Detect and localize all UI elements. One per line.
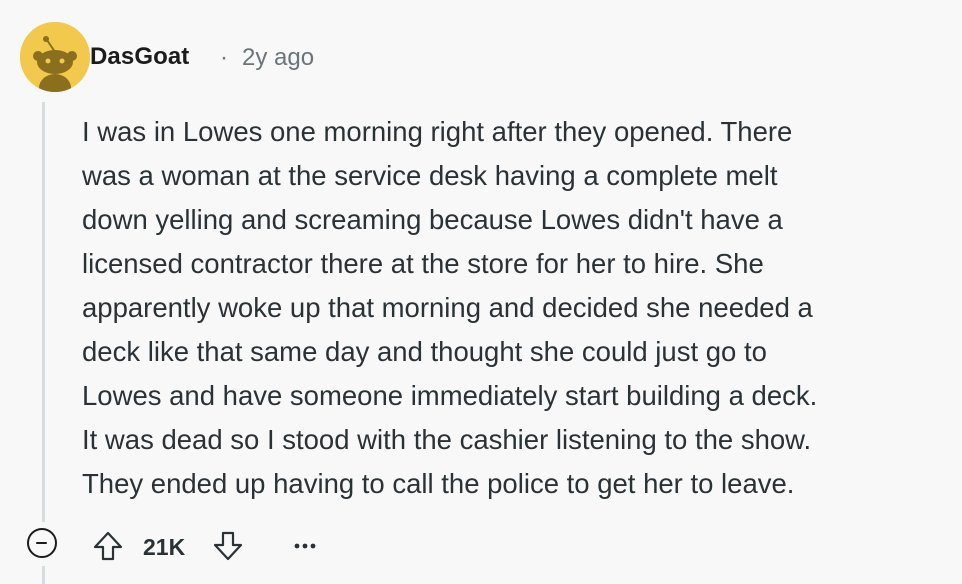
downvote-arrow-icon[interactable]: [208, 526, 248, 566]
comment-body-line: They ended up having to call the police …: [82, 468, 795, 499]
comment-body-line: licensed contractor there at the store f…: [82, 248, 764, 279]
avatar[interactable]: [20, 22, 90, 92]
thread-line-bottom[interactable]: [42, 566, 45, 584]
thread-line[interactable]: [42, 102, 45, 522]
comment-body-line: down yelling and screaming because Lowes…: [82, 204, 783, 235]
comment-body-line: Lowes and have someone immediately start…: [82, 380, 818, 411]
comment-body-line: was a woman at the service desk having a…: [82, 160, 778, 191]
separator-dot: ·: [220, 44, 228, 71]
vote-count: 21K: [143, 534, 186, 560]
reddit-snoo-avatar-icon: [20, 22, 90, 92]
comment-body-line: I was in Lowes one morning right after t…: [82, 116, 793, 147]
more-options-icon[interactable]: [288, 530, 322, 560]
collapse-minus-icon: [36, 541, 47, 544]
comment-body-line: It was dead so I stood with the cashier …: [82, 424, 812, 455]
comment-body-line: apparently woke up that morning and deci…: [82, 292, 813, 323]
collapse-button[interactable]: [27, 528, 57, 558]
comment-body-line: deck like that same day and thought she …: [82, 336, 767, 367]
upvote-arrow-icon[interactable]: [88, 526, 128, 566]
comment: DasGoat · 2y ago I was in Lowes one morn…: [0, 0, 962, 584]
comment-body: I was in Lowes one morning right after t…: [82, 110, 950, 506]
username[interactable]: DasGoat: [90, 43, 189, 71]
timestamp: 2y ago: [242, 44, 315, 71]
